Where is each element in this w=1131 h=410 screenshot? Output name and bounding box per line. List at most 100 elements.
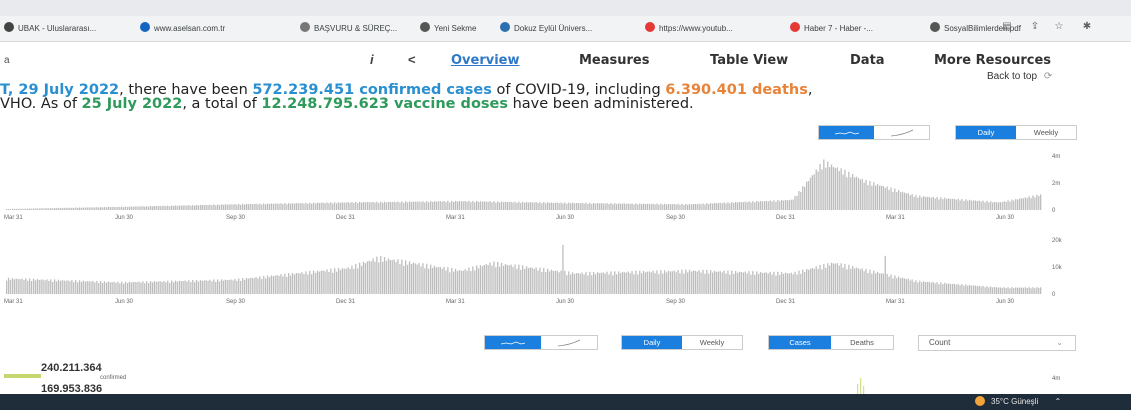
chart-bar	[322, 202, 324, 210]
chart-bar	[715, 271, 718, 294]
chart-bar	[905, 193, 907, 210]
chart-bar	[422, 263, 424, 294]
chart-bar	[900, 192, 902, 210]
chart-style-toggle[interactable]	[818, 125, 930, 140]
chart-bar	[146, 206, 148, 210]
share-icon[interactable]: <	[408, 52, 416, 67]
weather-widget[interactable]: 35°C Güneşli ⌃	[975, 396, 1061, 406]
chart-bar	[988, 287, 990, 294]
bookmark-item[interactable]: www.aselsan.com.tr	[140, 21, 225, 37]
chart-bar	[92, 207, 94, 210]
bookmark-item[interactable]: Haber 7 - Haber -...	[790, 21, 873, 37]
chart-bar	[63, 280, 65, 294]
chart-bar	[359, 201, 361, 210]
chevron-down-icon: ⌄	[1056, 338, 1063, 347]
chart-bar	[192, 205, 194, 210]
chart-bar	[947, 198, 950, 210]
nav-overview[interactable]: Overview	[451, 53, 520, 68]
chart-bar	[462, 201, 464, 210]
chart-bar	[577, 273, 579, 294]
chart-bar	[426, 201, 428, 210]
bookmark-star-icon[interactable]: ☆	[1052, 20, 1066, 34]
chart-bar	[926, 196, 929, 210]
bookmark-item[interactable]: UBAK - Uluslararası...	[4, 21, 96, 37]
chart-bar	[1038, 287, 1040, 294]
chart-bar	[988, 202, 990, 210]
bookmark-item[interactable]: BAŞVURU & SÜREÇ...	[300, 21, 397, 37]
chart-bar	[479, 265, 482, 294]
chart-bar	[259, 203, 261, 210]
chart-bar	[59, 281, 61, 294]
daily-weekly-toggle[interactable]: Daily Weekly	[955, 125, 1077, 140]
search-fragment[interactable]: a	[4, 55, 10, 66]
cases-deaths-toggle[interactable]: Cases Deaths	[768, 335, 894, 350]
chart-bar	[253, 278, 255, 294]
bookmark-item[interactable]: Dokuz Eylül Ünivers...	[500, 21, 592, 37]
chart-bar	[639, 270, 641, 294]
chart-bar	[794, 196, 796, 210]
chart-bar	[199, 280, 202, 294]
chart-bar	[556, 270, 558, 294]
chart-bar	[282, 204, 284, 210]
chart-bar	[188, 280, 190, 294]
reader-mode-icon[interactable]: ▤	[1000, 20, 1014, 34]
weekly-option[interactable]: Weekly	[1016, 126, 1076, 139]
chart-bar	[740, 272, 742, 294]
chart-bar	[142, 206, 144, 210]
chart-bar	[334, 202, 336, 210]
weekly-option[interactable]: Weekly	[682, 336, 742, 349]
chart-bar	[126, 207, 129, 210]
chart-bar	[1024, 287, 1026, 294]
extensions-icon[interactable]: ✱	[1080, 20, 1094, 34]
chart-bar	[441, 201, 443, 210]
bookmark-item[interactable]: Yeni Sekme	[420, 21, 476, 37]
nav-more-resources[interactable]: More Resources	[934, 53, 1051, 68]
chart-bar	[1011, 199, 1013, 210]
chart-bar	[644, 272, 647, 294]
bar-style-option[interactable]	[485, 336, 541, 349]
bookmark-item[interactable]: https://www.youtub...	[645, 21, 733, 37]
bar-style-option[interactable]	[819, 126, 874, 139]
chart-bar	[986, 201, 988, 210]
nav-table-view[interactable]: Table View	[710, 53, 788, 68]
chart-bar	[489, 201, 491, 210]
daily-option[interactable]: Daily	[956, 126, 1016, 139]
daily-weekly-toggle-2[interactable]: Daily Weekly	[621, 335, 743, 350]
back-to-top-link[interactable]: Back to top ⟳	[987, 71, 1052, 82]
chart-bar	[529, 202, 531, 210]
chart-bar	[197, 205, 200, 210]
cumulative-style-option[interactable]	[874, 126, 929, 139]
nav-measures[interactable]: Measures	[579, 53, 649, 68]
chart-bar	[581, 202, 583, 210]
chart-bar	[312, 202, 315, 210]
chart-bar	[735, 271, 737, 294]
chart-bar	[683, 273, 685, 294]
chart-bar	[280, 203, 282, 210]
chart-bar	[608, 204, 610, 210]
count-select[interactable]: Count ⌄	[918, 335, 1076, 351]
chart-style-toggle-2[interactable]	[484, 335, 598, 350]
deaths-option[interactable]: Deaths	[831, 336, 893, 349]
share-page-icon[interactable]: ⇪	[1028, 20, 1042, 34]
chart-bar	[514, 264, 516, 294]
chart-bar	[17, 208, 19, 210]
chart-bar	[138, 206, 140, 210]
chart-bar	[428, 202, 430, 210]
chevron-up-icon[interactable]: ⌃	[1054, 397, 1061, 406]
chart-bar	[278, 203, 280, 210]
info-icon[interactable]: i	[370, 52, 374, 67]
cases-option[interactable]: Cases	[769, 336, 831, 349]
chart-bar	[573, 203, 576, 210]
chart-bar	[211, 281, 213, 294]
chart-bar	[763, 201, 766, 210]
nav-data[interactable]: Data	[850, 53, 885, 68]
chart-bar	[558, 203, 560, 210]
chart-bar	[700, 204, 702, 210]
cumulative-style-option[interactable]	[541, 336, 597, 349]
chart-bar	[477, 202, 480, 210]
chart-bar	[610, 203, 612, 210]
daily-option[interactable]: Daily	[622, 336, 682, 349]
chart-bar	[646, 203, 648, 210]
chart-bar	[372, 201, 374, 210]
chart-bar	[547, 268, 549, 294]
